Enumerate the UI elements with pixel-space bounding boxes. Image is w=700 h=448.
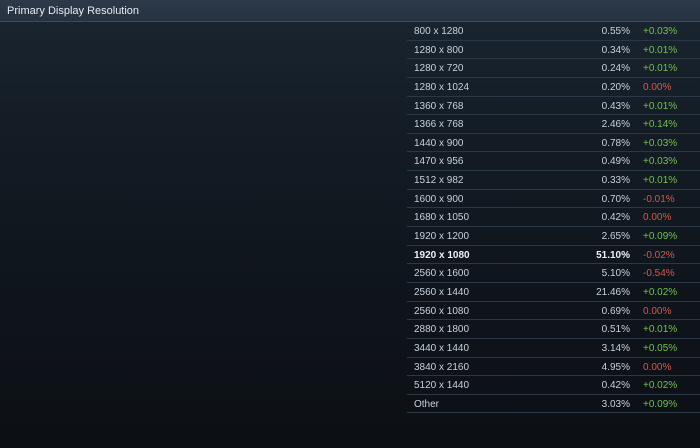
- resolution-label: 3440 x 1440: [414, 342, 470, 354]
- share-percent: 0.34%: [601, 44, 630, 56]
- share-change: +0.02%: [643, 380, 678, 392]
- share-change: 0.00%: [643, 212, 672, 224]
- resolution-label: 2560 x 1440: [414, 286, 470, 298]
- share-change: 0.00%: [643, 305, 672, 317]
- table-row: 1440 x 900 0.78% +0.03%: [407, 134, 700, 153]
- share-change: -0.54%: [643, 268, 675, 280]
- table-row: 800 x 1280 0.55% +0.03%: [407, 22, 700, 41]
- table-row: Other 3.03% +0.09%: [407, 395, 700, 414]
- table-row: 1280 x 720 0.24% +0.01%: [407, 59, 700, 78]
- resolution-label: 2560 x 1600: [414, 268, 470, 280]
- table-row: 1512 x 982 0.33% +0.01%: [407, 171, 700, 190]
- share-percent: 0.51%: [601, 324, 630, 336]
- share-change: +0.03%: [643, 26, 678, 37]
- share-change: 0.00%: [643, 361, 672, 373]
- share-percent: 21.46%: [596, 286, 630, 298]
- resolution-label: 1920 x 1200: [414, 231, 470, 243]
- resolution-label: 2560 x 1080: [414, 305, 470, 317]
- resolution-label: 1366 x 768: [414, 119, 464, 131]
- panel-title: Primary Display Resolution: [7, 5, 140, 17]
- panel-header[interactable]: Primary Display Resolution: [0, 0, 700, 22]
- resolution-label: 1600 x 900: [414, 193, 464, 205]
- share-percent: 51.10%: [596, 249, 630, 261]
- share-percent: 4.95%: [601, 361, 630, 373]
- table-row: 2560 x 1600 5.10% -0.54%: [407, 264, 700, 283]
- share-change: +0.01%: [643, 44, 678, 56]
- share-percent: 0.33%: [601, 175, 630, 187]
- table-row: 1470 x 956 0.49% +0.03%: [407, 152, 700, 172]
- resolution-label: 1280 x 720: [414, 63, 464, 75]
- resolution-label: 5120 x 1440: [414, 380, 470, 392]
- share-change: +0.03%: [643, 156, 678, 168]
- share-percent: 2.65%: [601, 231, 630, 243]
- table-row: 1920 x 1080 51.10% -0.02%: [407, 246, 700, 265]
- share-percent: 0.70%: [601, 193, 630, 205]
- share-percent: 3.14%: [601, 342, 630, 354]
- share-percent: 0.24%: [601, 63, 630, 75]
- table-row: 1280 x 800 0.34% +0.01%: [407, 41, 700, 60]
- resolution-label: 3840 x 2160: [414, 361, 470, 373]
- share-change: +0.14%: [643, 119, 678, 131]
- share-percent: 0.43%: [601, 100, 630, 112]
- resolution-label: 1280 x 800: [414, 44, 464, 56]
- share-percent: 0.49%: [601, 156, 630, 168]
- share-change: -0.02%: [643, 249, 675, 261]
- resolution-label: 1470 x 956: [414, 156, 464, 168]
- share-change: +0.02%: [643, 286, 678, 298]
- share-change: +0.01%: [643, 324, 678, 336]
- share-percent: 5.10%: [601, 268, 630, 280]
- share-change: +0.05%: [643, 342, 678, 354]
- share-change: +0.01%: [643, 100, 678, 112]
- table-row: 3840 x 2160 4.95% 0.00%: [407, 358, 700, 377]
- share-percent: 0.69%: [601, 305, 630, 317]
- resolution-label: Other: [414, 398, 440, 410]
- share-percent: 0.42%: [601, 380, 630, 392]
- share-percent: 0.78%: [601, 137, 630, 149]
- share-change: +0.03%: [643, 137, 678, 149]
- share-change: +0.09%: [643, 398, 678, 410]
- resolution-label: 1440 x 900: [414, 137, 464, 149]
- resolution-label: 1512 x 982: [414, 175, 464, 187]
- share-percent: 0.20%: [601, 81, 630, 93]
- resolution-label: 1360 x 768: [414, 100, 464, 112]
- resolution-label: 1280 x 1024: [414, 81, 470, 93]
- table-row: 1920 x 1200 2.65% +0.09%: [407, 227, 700, 246]
- share-percent: 3.03%: [601, 398, 630, 410]
- share-change: -0.01%: [643, 193, 675, 205]
- table-row: 5120 x 1440 0.42% +0.02%: [407, 376, 700, 395]
- table-row: 1600 x 900 0.70% -0.01%: [407, 190, 700, 209]
- table-row: 1360 x 768 0.43% +0.01%: [407, 97, 700, 116]
- table-row: 1280 x 1024 0.20% 0.00%: [407, 78, 700, 97]
- resolution-label: 800 x 1280: [414, 26, 464, 37]
- resolution-label: 2880 x 1800: [414, 324, 470, 336]
- table-row: 2560 x 1440 21.46% +0.02%: [407, 283, 700, 302]
- stats-panel: Primary Display Resolution 800 x 1280 0.5…: [0, 0, 700, 448]
- share-percent: 2.46%: [601, 119, 630, 131]
- share-change: +0.01%: [643, 175, 678, 187]
- share-change: 0.00%: [643, 81, 672, 93]
- share-percent: 0.42%: [601, 212, 630, 224]
- table-row: 3440 x 1440 3.14% +0.05%: [407, 339, 700, 358]
- resolution-table: 800 x 1280 0.55% +0.03% 1280 x 800 0.34% +0.0…: [407, 22, 700, 414]
- resolution-label: 1680 x 1050: [414, 212, 470, 224]
- table-row: 2560 x 1080 0.69% 0.00%: [407, 302, 700, 321]
- share-change: +0.09%: [643, 231, 678, 243]
- table-row: 2880 x 1800 0.51% +0.01%: [407, 320, 700, 339]
- resolution-label: 1920 x 1080: [414, 249, 470, 261]
- share-percent: 0.55%: [601, 26, 630, 37]
- table-row: 1366 x 768 2.46% +0.14%: [407, 115, 700, 134]
- table-row: 1680 x 1050 0.42% 0.00%: [407, 208, 700, 228]
- share-change: +0.01%: [643, 63, 678, 75]
